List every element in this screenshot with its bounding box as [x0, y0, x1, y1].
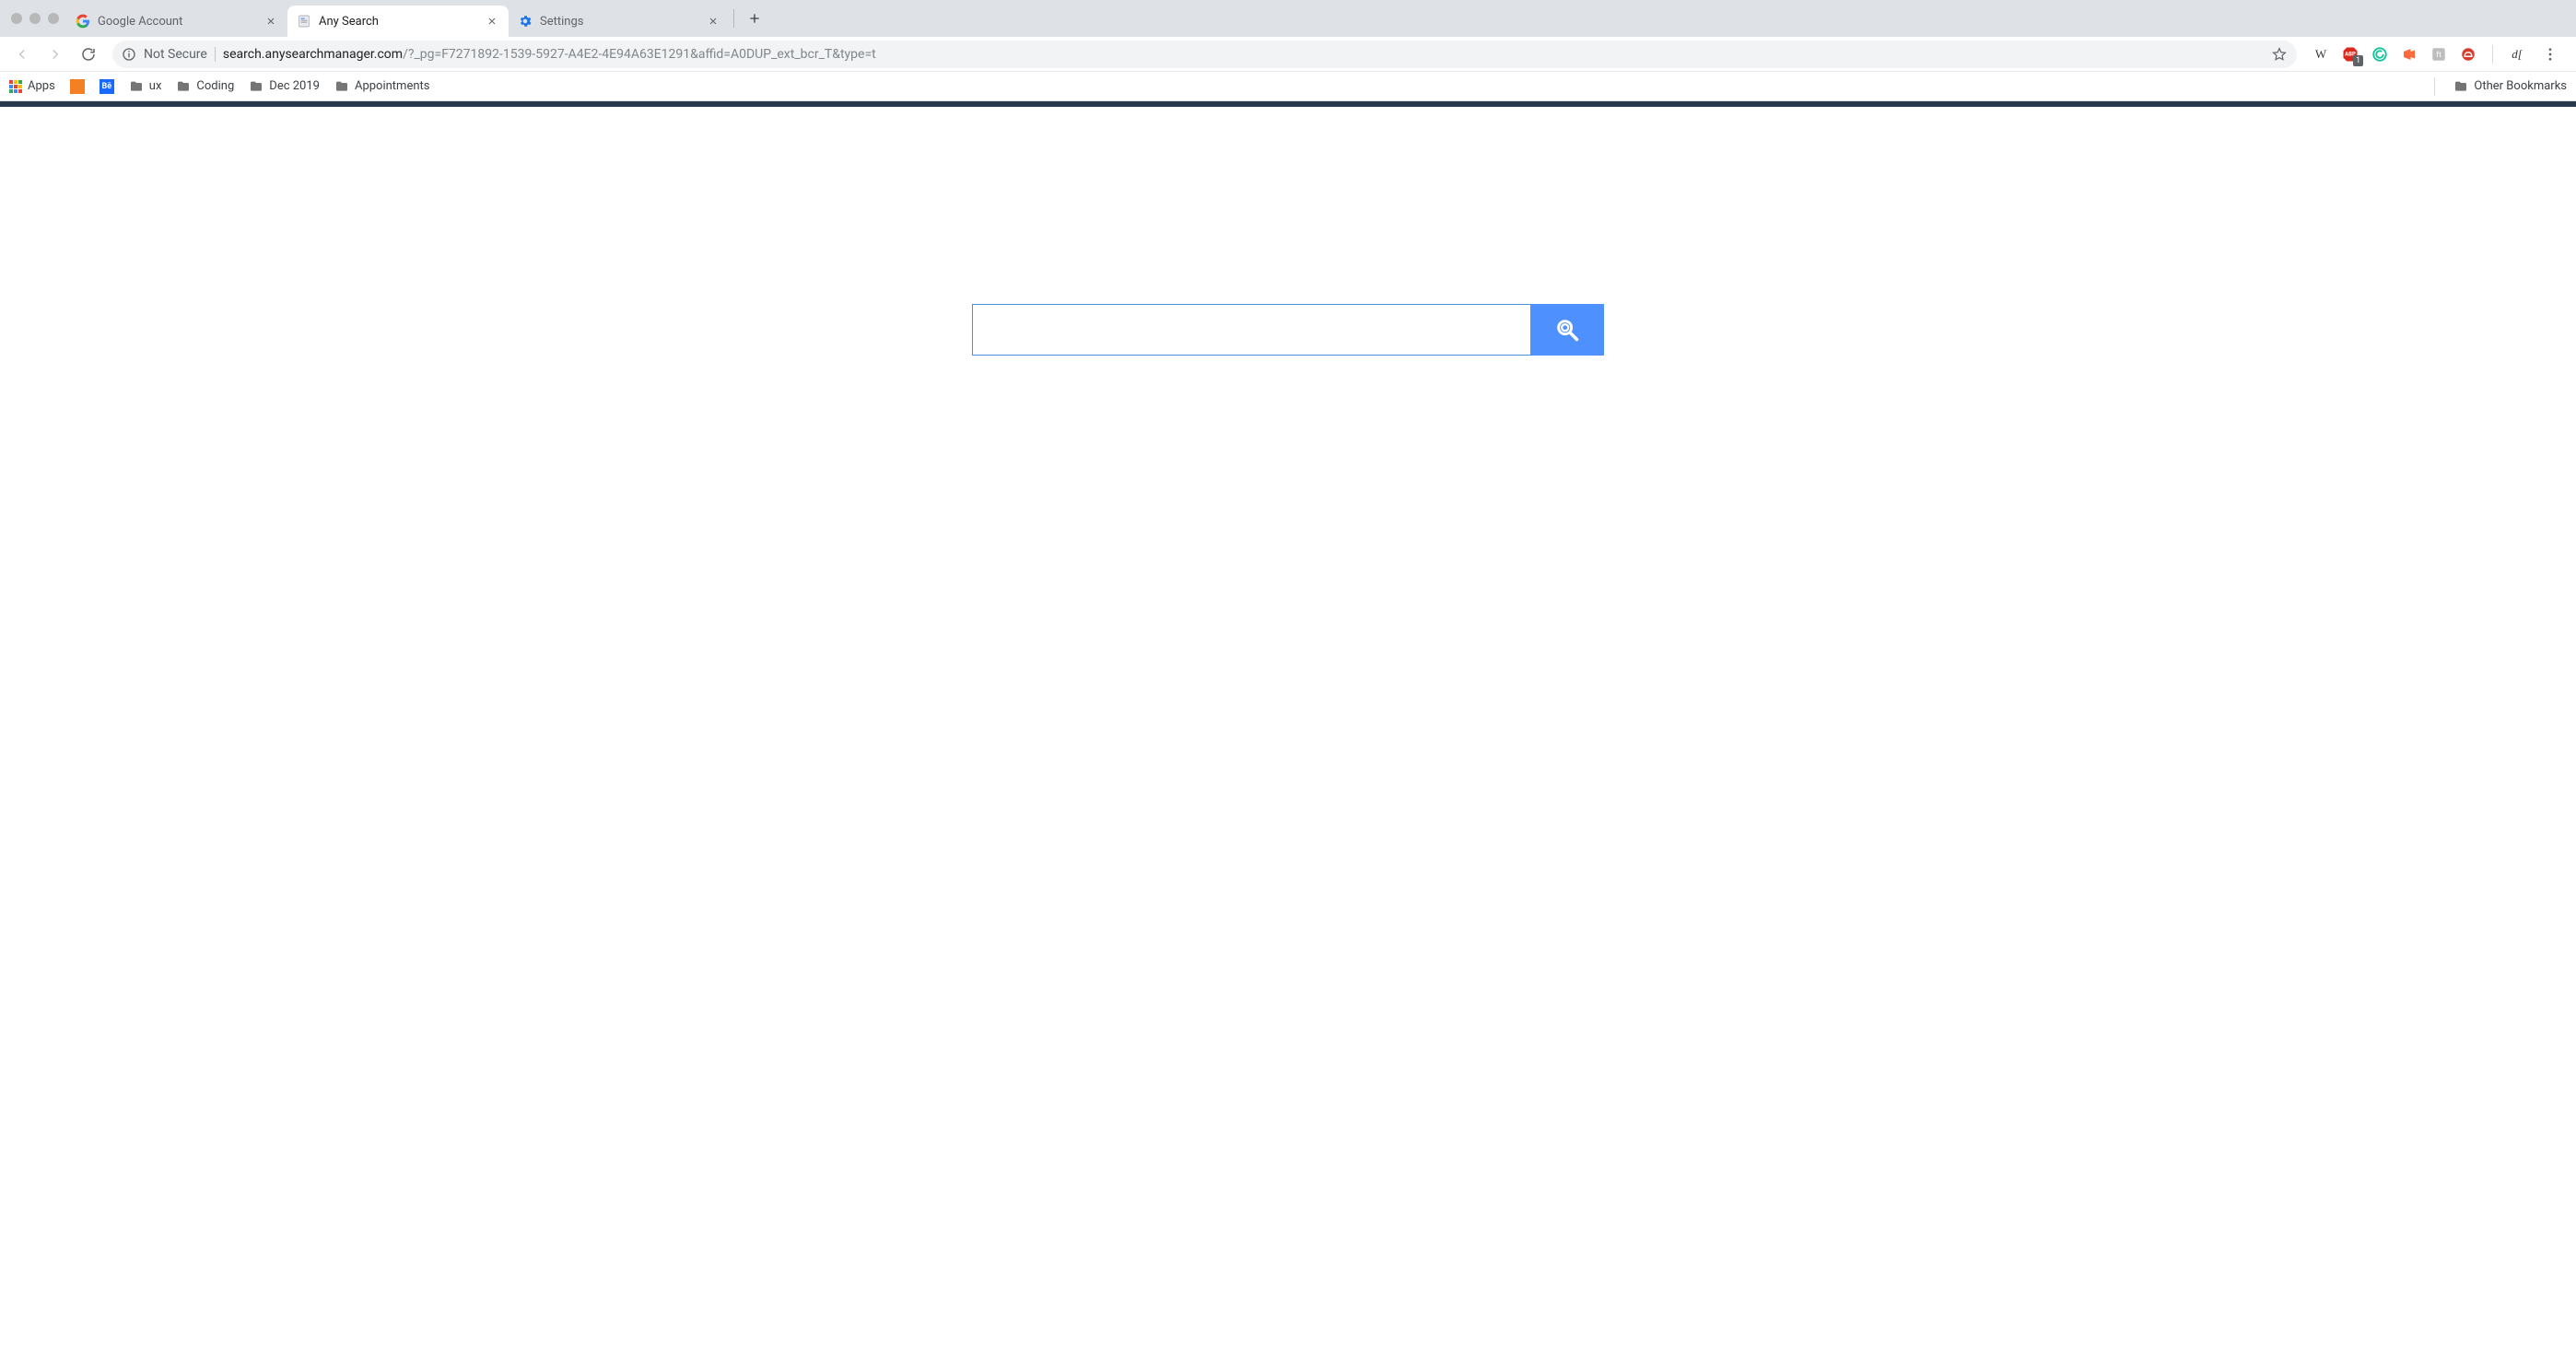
gear-favicon-icon — [518, 14, 533, 29]
df-ext-icon[interactable]: d[ — [2508, 45, 2526, 64]
folder-icon — [176, 79, 191, 94]
bookmark-label: Appointments — [355, 79, 430, 93]
traffic-light-minimize-icon[interactable] — [29, 13, 41, 24]
bookmark-label: Dec 2019 — [269, 79, 320, 93]
security-label: Not Secure — [144, 47, 207, 62]
traffic-light-zoom-icon[interactable] — [48, 13, 59, 24]
bookmark-folder-coding[interactable]: Coding — [176, 79, 234, 94]
apps-shortcut[interactable]: Apps — [9, 79, 55, 93]
search-input[interactable] — [972, 304, 1530, 356]
apps-label: Apps — [28, 79, 55, 93]
omnibox-separator — [215, 47, 216, 62]
grammarly-ext-icon[interactable] — [2371, 45, 2389, 64]
expressvpn-ext-icon[interactable] — [2459, 45, 2477, 64]
address-bar[interactable]: Not Secure search.anysearchmanager.com/?… — [112, 41, 2297, 68]
bookmark-label: Coding — [196, 79, 234, 93]
bookmark-folder-ux[interactable]: ux — [129, 79, 162, 94]
tab-separator — [733, 9, 734, 28]
bookmarks-bar: Apps Bē ux Coding Dec 2019 Appointments — [0, 72, 2576, 101]
bookmark-folder-appointments[interactable]: Appointments — [334, 79, 430, 94]
back-button[interactable] — [7, 40, 37, 69]
bookmark-star-icon[interactable] — [2271, 46, 2288, 63]
toolbar: Not Secure search.anysearchmanager.com/?… — [0, 37, 2576, 72]
forward-button[interactable] — [41, 40, 70, 69]
search-form — [972, 304, 1604, 356]
page-content — [0, 101, 2576, 1354]
folder-icon — [334, 79, 349, 94]
magnifier-icon — [1554, 317, 1580, 343]
svg-text:ft: ft — [2436, 51, 2441, 60]
adblock-ext-icon[interactable]: ABP 1 — [2341, 45, 2359, 64]
close-tab-icon[interactable] — [485, 14, 499, 29]
tab-settings[interactable]: Settings — [509, 6, 730, 37]
tab-title: Settings — [540, 15, 698, 29]
video-ext-icon[interactable] — [2400, 45, 2418, 64]
traffic-light-close-icon[interactable] — [11, 13, 22, 24]
stackoverflow-icon — [70, 79, 85, 94]
extensions-row: W ABP 1 ft d[ — [2306, 41, 2569, 67]
other-bookmarks-label: Other Bookmarks — [2474, 79, 2567, 93]
folder-icon — [129, 79, 144, 94]
adblock-badge: 1 — [2353, 55, 2363, 66]
reload-button[interactable] — [74, 40, 103, 69]
bookmarks-separator — [2434, 77, 2435, 96]
new-tab-button[interactable] — [742, 6, 767, 31]
tab-any-search[interactable]: Any Search — [287, 6, 509, 37]
wikipedia-ext-icon[interactable]: W — [2312, 45, 2330, 64]
folder-icon — [249, 79, 263, 94]
bookmark-stackoverflow[interactable] — [70, 79, 85, 94]
toolbar-separator — [2492, 45, 2493, 64]
chrome-menu-button[interactable] — [2537, 41, 2563, 67]
tab-title: Any Search — [319, 15, 477, 29]
bookmark-label: ux — [149, 79, 162, 93]
close-tab-icon[interactable] — [263, 14, 278, 29]
url-text: search.anysearchmanager.com/?_pg=F727189… — [223, 47, 2264, 62]
page-favicon-icon — [297, 14, 311, 29]
generic-ext-icon[interactable]: ft — [2430, 45, 2448, 64]
tab-title: Google Account — [98, 15, 256, 29]
tab-strip: Google Account Any Search Settings — [0, 0, 2576, 37]
apps-grid-icon — [9, 80, 22, 93]
other-bookmarks[interactable]: Other Bookmarks — [2453, 79, 2567, 94]
close-tab-icon[interactable] — [706, 14, 720, 29]
bookmark-behance[interactable]: Bē — [100, 79, 114, 94]
google-favicon-icon — [76, 14, 90, 29]
bookmark-folder-dec-2019[interactable]: Dec 2019 — [249, 79, 320, 94]
window-controls — [7, 13, 66, 24]
behance-icon: Bē — [100, 79, 114, 94]
not-secure-info-icon[interactable] — [122, 47, 136, 62]
tab-google-account[interactable]: Google Account — [66, 6, 287, 37]
search-button[interactable] — [1530, 304, 1604, 356]
folder-icon — [2453, 79, 2468, 94]
